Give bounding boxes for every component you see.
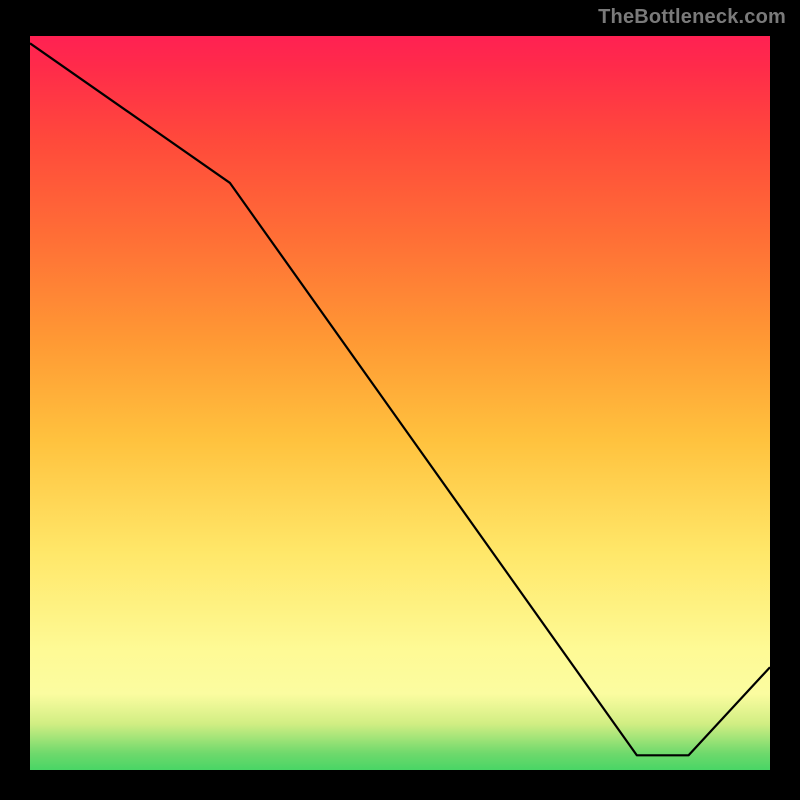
bottleneck-chart bbox=[0, 0, 800, 800]
plot-area bbox=[24, 30, 776, 776]
chart-container: TheBottleneck.com bbox=[0, 0, 800, 800]
watermark: TheBottleneck.com bbox=[598, 6, 786, 29]
